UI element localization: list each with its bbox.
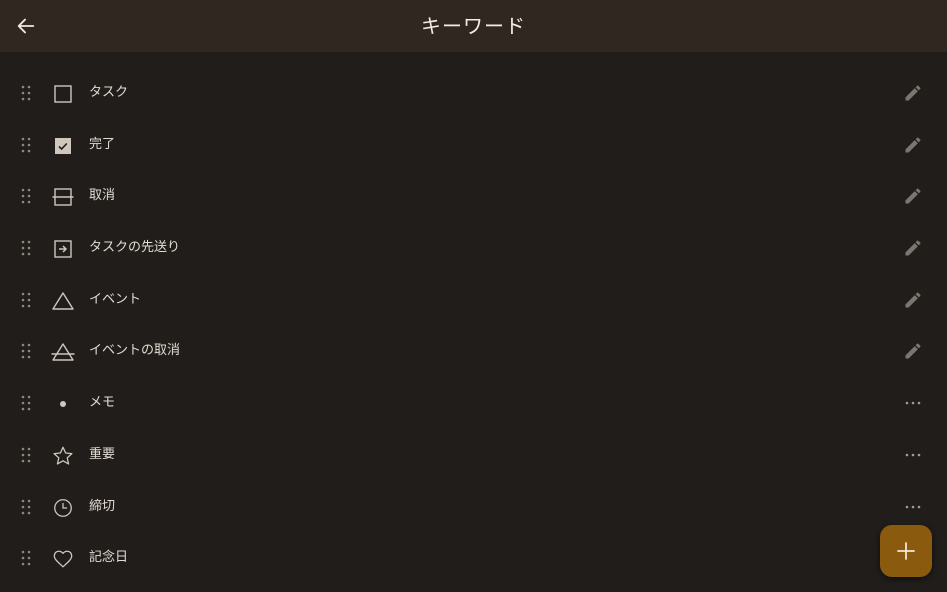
- more-button[interactable]: [898, 493, 928, 521]
- edit-icon: [905, 188, 921, 204]
- keyword-row-migrate[interactable]: タスクの先送り: [0, 222, 947, 274]
- drag-handle-icon[interactable]: [17, 548, 35, 568]
- keyword-row-task[interactable]: タスク: [0, 67, 947, 119]
- keyword-list: タスク 完了 取消 タスクの先送り イベント イベントの取消 メモ 重要 締切 …: [0, 67, 947, 584]
- keyword-label: メモ: [89, 395, 116, 411]
- keyword-row-event[interactable]: イベント: [0, 274, 947, 326]
- keyword-label: タスクの先送り: [89, 240, 181, 256]
- keyword-row-event-cancel[interactable]: イベントの取消: [0, 325, 947, 377]
- more-icon: [905, 401, 921, 405]
- edit-icon: [905, 343, 921, 359]
- keyword-label: タスク: [89, 85, 129, 100]
- struck-square-icon: [50, 184, 76, 210]
- edit-button[interactable]: [898, 234, 928, 262]
- top-app-bar: キーワード: [0, 0, 947, 52]
- drag-handle-icon[interactable]: [17, 341, 35, 361]
- more-button[interactable]: [898, 389, 928, 417]
- add-keyword-button[interactable]: [880, 525, 932, 577]
- keyword-label: イベントの取消: [89, 343, 181, 359]
- edit-button[interactable]: [898, 79, 928, 107]
- struck-triangle-icon: [50, 339, 76, 365]
- edit-button[interactable]: [898, 131, 928, 159]
- keyword-row-done[interactable]: 完了: [0, 119, 947, 171]
- drag-handle-icon[interactable]: [17, 393, 35, 413]
- keyword-label: 記念日: [89, 550, 129, 566]
- keyword-row-memo[interactable]: メモ: [0, 377, 947, 429]
- edit-button[interactable]: [898, 286, 928, 314]
- keyword-row-anniversary[interactable]: 記念日: [0, 532, 947, 584]
- triangle-icon: [50, 288, 76, 314]
- empty-square-icon: [50, 81, 76, 107]
- edit-button[interactable]: [898, 337, 928, 365]
- edit-icon: [905, 240, 921, 256]
- edit-button[interactable]: [898, 182, 928, 210]
- clock-icon: [50, 495, 76, 521]
- edit-icon: [905, 137, 921, 153]
- keyword-label: 完了: [89, 136, 116, 152]
- page-title: キーワード: [421, 14, 526, 38]
- keyword-label: イベント: [89, 291, 142, 307]
- migrate-square-icon: [50, 236, 76, 262]
- drag-handle-icon[interactable]: [17, 186, 35, 206]
- drag-handle-icon[interactable]: [17, 290, 35, 310]
- more-icon: [905, 505, 921, 508]
- drag-handle-icon[interactable]: [17, 83, 35, 103]
- edit-icon: [905, 85, 921, 101]
- keyword-row-important[interactable]: 重要: [0, 429, 947, 481]
- drag-handle-icon[interactable]: [17, 497, 35, 517]
- keyword-row-deadline[interactable]: 締切: [0, 481, 947, 533]
- keyword-label: 重要: [89, 446, 116, 462]
- more-button[interactable]: [898, 441, 928, 469]
- keyword-row-cancel[interactable]: 取消: [0, 170, 947, 222]
- dot-icon: [50, 391, 76, 417]
- heart-icon: [50, 546, 76, 572]
- keyword-label: 取消: [89, 188, 116, 204]
- more-icon: [905, 453, 921, 457]
- plus-icon: [897, 542, 915, 560]
- star-icon: [50, 443, 76, 469]
- keyword-label: 締切: [89, 498, 116, 514]
- edit-icon: [905, 292, 921, 308]
- drag-handle-icon[interactable]: [17, 238, 35, 258]
- checked-square-icon: [50, 133, 76, 159]
- drag-handle-icon[interactable]: [17, 135, 35, 155]
- drag-handle-icon[interactable]: [17, 445, 35, 465]
